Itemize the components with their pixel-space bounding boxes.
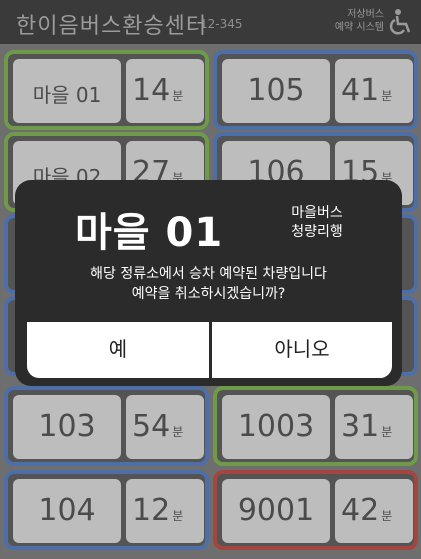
route-number: 마을 01	[32, 83, 102, 107]
reservation-line2: 예약 시스템	[334, 22, 384, 33]
bus-type-line2: 청량리행	[291, 224, 343, 240]
route-cell: 104	[13, 479, 121, 543]
arrival-time-cell: 12 분	[126, 479, 204, 543]
minutes-value: 14	[132, 73, 171, 108]
route-number: 1003	[237, 409, 315, 444]
wheelchair-icon	[389, 9, 411, 35]
minute-unit: 분	[172, 89, 184, 103]
reservation-line1: 저상버스	[347, 9, 384, 20]
route-cell: 9001	[222, 479, 330, 543]
minutes-value: 31	[341, 409, 380, 444]
bus-card-104[interactable]: 104 12 분	[4, 470, 209, 550]
minute-unit: 분	[172, 509, 184, 523]
arrival-minutes: 31 분	[341, 409, 392, 444]
minutes-value: 12	[132, 493, 171, 528]
arrival-time-cell: 31 분	[335, 395, 413, 459]
minute-unit: 분	[381, 89, 393, 103]
route-number: 9001	[237, 493, 315, 528]
arrival-minutes: 12 분	[132, 493, 183, 528]
minute-unit: 분	[381, 509, 393, 523]
route-cell: 105	[222, 59, 330, 123]
bus-card-103[interactable]: 103 54 분	[4, 386, 209, 466]
message-line1: 해당 정류소에서 승차 예약된 차량입니다	[90, 266, 327, 282]
message-line2: 예약을 취소하시겠습니까?	[131, 286, 286, 302]
route-number: 104	[38, 493, 96, 528]
reservation-system-label: 저상버스 예약 시스템	[328, 8, 384, 34]
dialog-route-number: 마을 01	[75, 210, 224, 256]
minute-unit: 분	[172, 425, 184, 439]
minutes-value: 41	[341, 73, 380, 108]
dialog-message: 해당 정류소에서 승차 예약된 차량입니다 예약을 취소하시겠습니까?	[15, 264, 402, 304]
no-button[interactable]: 아니오	[212, 322, 392, 378]
minute-unit: 분	[381, 425, 393, 439]
route-cell: 마을 01	[13, 59, 121, 123]
route-number: 105	[247, 73, 305, 108]
arrival-minutes: 41 분	[341, 73, 392, 108]
stop-code: 12-345	[200, 17, 243, 31]
arrival-time-cell: 54 분	[126, 395, 204, 459]
bus-card-105[interactable]: 105 41 분	[213, 50, 418, 130]
bus-type-line1: 마을버스	[291, 205, 343, 221]
arrival-time-cell: 42 분	[335, 479, 413, 543]
bus-card-maeul01[interactable]: 마을 01 14 분	[4, 50, 209, 130]
bus-card-1003[interactable]: 1003 31 분	[213, 386, 418, 466]
arrival-minutes: 42 분	[341, 493, 392, 528]
dialog-bus-type: 마을버스 청량리행	[277, 204, 357, 242]
route-cell: 1003	[222, 395, 330, 459]
arrival-minutes: 14 분	[132, 73, 183, 108]
reservation-cancel-dialog: 마을 01 마을버스 청량리행 해당 정류소에서 승차 예약된 차량입니다 예약…	[15, 180, 402, 386]
route-cell: 103	[13, 395, 121, 459]
yes-button[interactable]: 예	[27, 322, 209, 378]
header-bar: 한이음버스환승센터 12-345 저상버스 예약 시스템	[0, 0, 421, 44]
arrival-time-cell: 14 분	[126, 59, 204, 123]
minutes-value: 54	[132, 409, 171, 444]
minutes-value: 42	[341, 493, 380, 528]
route-number: 103	[38, 409, 96, 444]
station-title: 한이음버스환승센터	[16, 14, 208, 39]
bus-card-9001[interactable]: 9001 42 분	[213, 470, 418, 550]
arrival-time-cell: 41 분	[335, 59, 413, 123]
arrival-minutes: 54 분	[132, 409, 183, 444]
